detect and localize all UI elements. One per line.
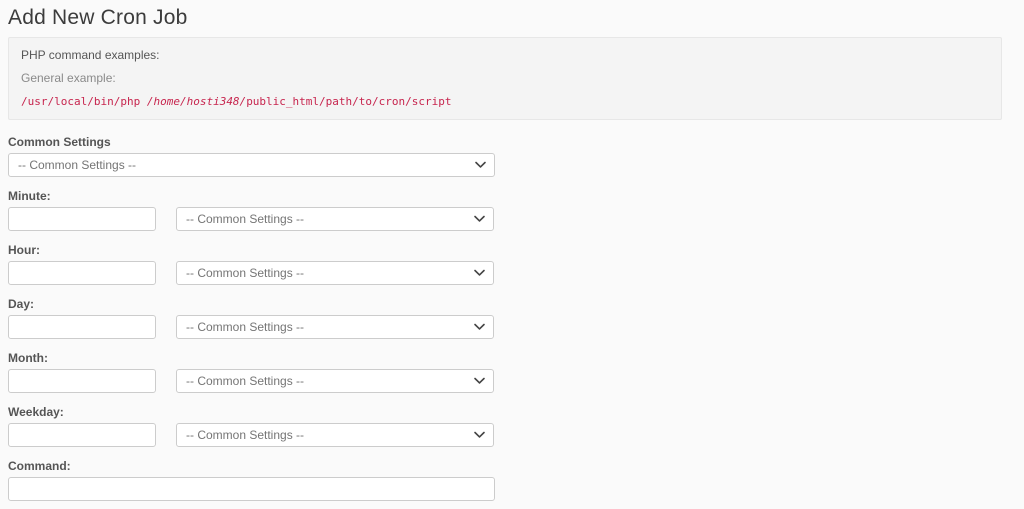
general-example-label: General example: <box>21 71 116 85</box>
chevron-down-icon <box>474 323 485 331</box>
month-label: Month: <box>8 351 48 365</box>
code-segment: public_html/path/to/cron/script <box>246 95 452 108</box>
chevron-down-icon <box>474 377 485 385</box>
chevron-down-icon <box>475 161 486 169</box>
chevron-down-icon <box>474 431 485 439</box>
day-preset-select[interactable]: -- Common Settings -- <box>176 315 494 339</box>
minute-preset-select[interactable]: -- Common Settings -- <box>176 207 494 231</box>
common-settings-label: Common Settings <box>8 135 111 149</box>
chevron-down-icon <box>474 215 485 223</box>
chevron-down-icon <box>474 269 485 277</box>
command-input[interactable] <box>8 477 495 501</box>
month-input[interactable] <box>8 369 156 393</box>
hour-row: Hour: -- Common Settings -- <box>8 243 1002 285</box>
hour-label: Hour: <box>8 243 40 257</box>
month-row: Month: -- Common Settings -- <box>8 351 1002 393</box>
minute-label: Minute: <box>8 189 51 203</box>
weekday-input[interactable] <box>8 423 156 447</box>
minute-row: Minute: -- Common Settings -- <box>8 189 1002 231</box>
month-preset-select[interactable]: -- Common Settings -- <box>176 369 494 393</box>
weekday-label: Weekday: <box>8 405 64 419</box>
day-input[interactable] <box>8 315 156 339</box>
weekday-preset-select[interactable]: -- Common Settings -- <box>176 423 494 447</box>
day-row: Day: -- Common Settings -- <box>8 297 1002 339</box>
page-title: Add New Cron Job <box>8 6 188 29</box>
command-row: Command: <box>8 459 1002 501</box>
hour-preset-select-value: -- Common Settings -- <box>186 266 305 280</box>
minute-input[interactable] <box>8 207 156 231</box>
weekday-row: Weekday: -- Common Settings -- <box>8 405 1002 447</box>
cron-job-page: Add New Cron Job PHP command examples: G… <box>0 0 1024 509</box>
code-segment: /usr/local/bin/php <box>21 95 147 108</box>
cron-command-example: /usr/local/bin/php /home/hosti348/public… <box>21 95 989 108</box>
common-settings-select-value: -- Common Settings -- <box>18 158 137 172</box>
command-label: Command: <box>8 459 71 473</box>
day-label: Day: <box>8 297 35 311</box>
php-examples-panel: PHP command examples: General example: /… <box>8 37 1002 120</box>
common-settings-select[interactable]: -- Common Settings -- <box>8 153 495 177</box>
hour-input[interactable] <box>8 261 156 285</box>
month-preset-select-value: -- Common Settings -- <box>186 374 305 388</box>
hour-preset-select[interactable]: -- Common Settings -- <box>176 261 494 285</box>
php-examples-heading: PHP command examples: <box>21 48 160 62</box>
code-segment-home-path: /home/hosti348/ <box>146 95 247 108</box>
weekday-preset-select-value: -- Common Settings -- <box>186 428 305 442</box>
minute-preset-select-value: -- Common Settings -- <box>186 212 305 226</box>
day-preset-select-value: -- Common Settings -- <box>186 320 305 334</box>
